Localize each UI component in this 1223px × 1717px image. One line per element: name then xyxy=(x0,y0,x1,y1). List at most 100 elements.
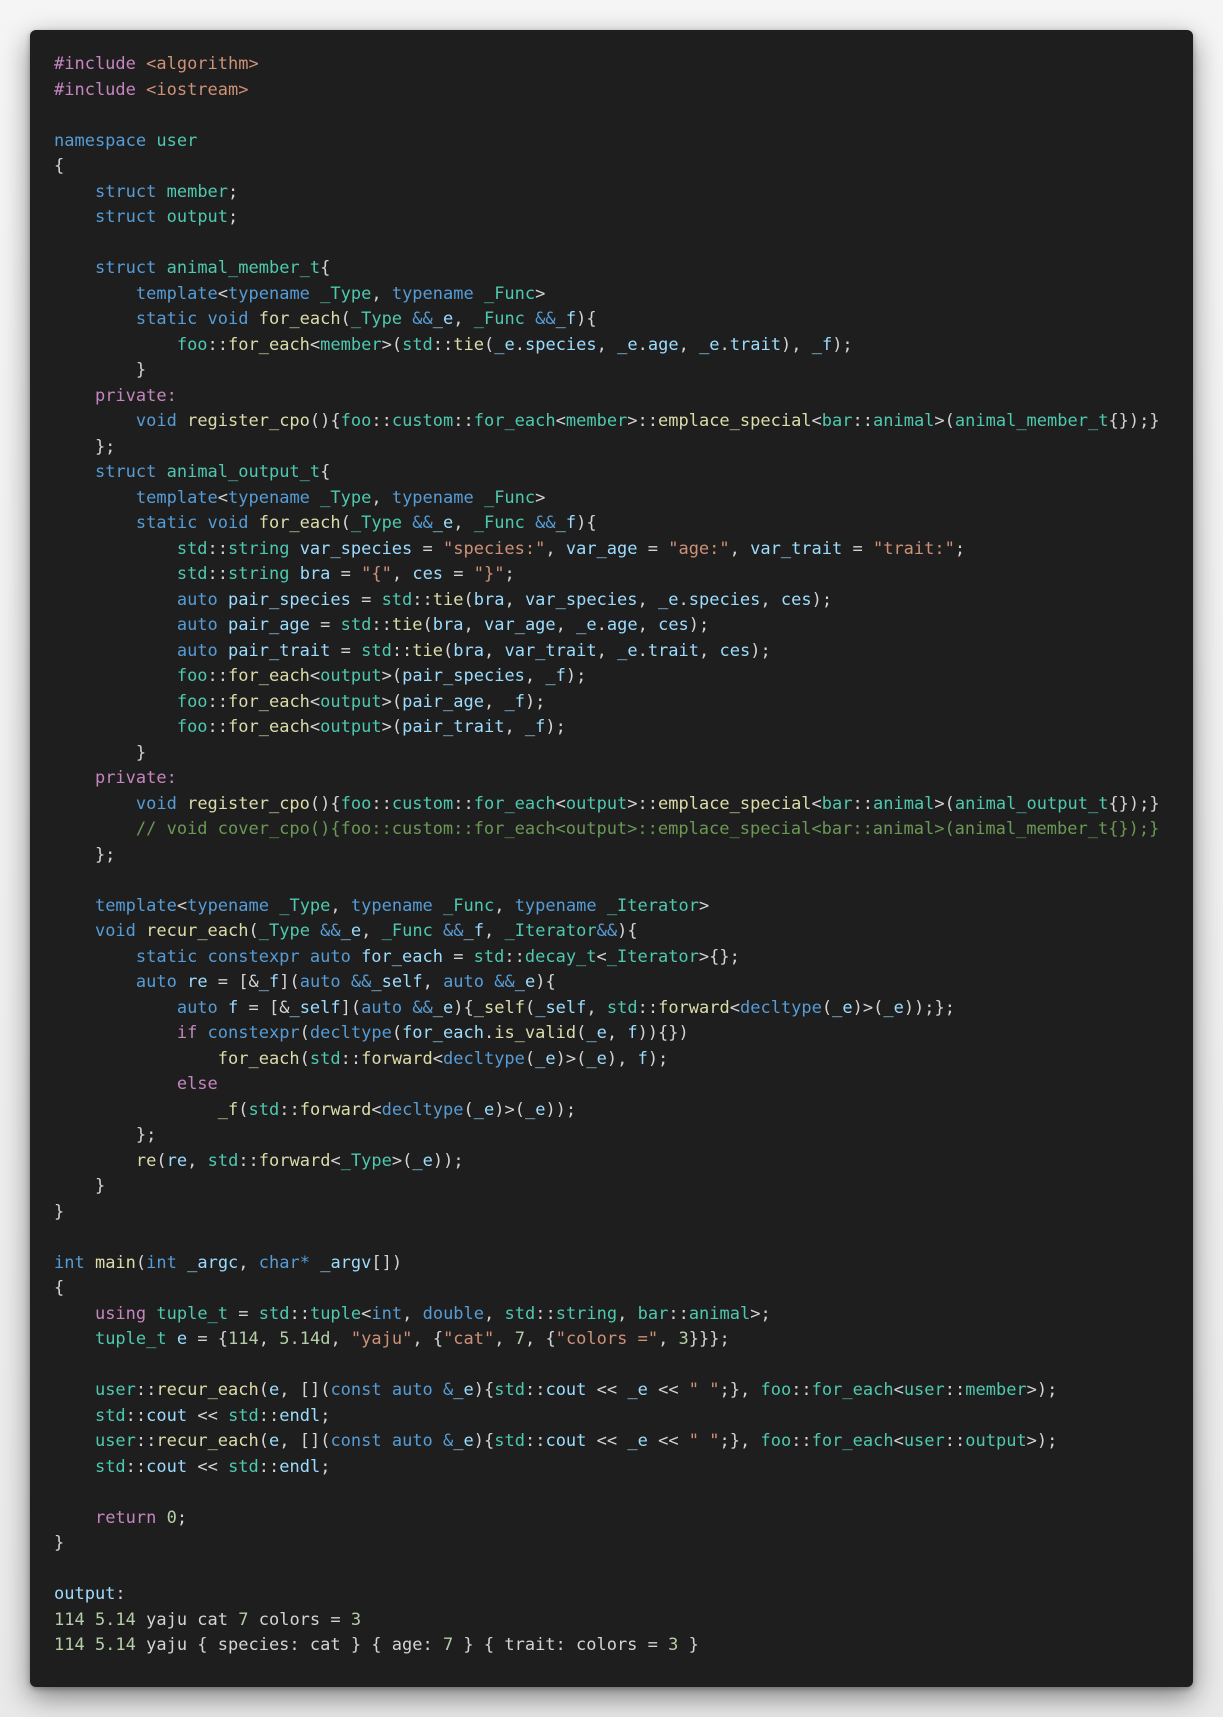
code-token: ]( xyxy=(340,997,362,1018)
code-token: ; xyxy=(228,207,239,227)
code-line: user::recur_each(e, [](const auto &_e){s… xyxy=(54,1429,1160,1455)
code-token: 0 xyxy=(166,1507,177,1528)
code-token: , []( xyxy=(279,1431,331,1451)
code-token: ( xyxy=(576,1023,587,1043)
code-token: > xyxy=(535,283,546,304)
code-token: _Type xyxy=(320,487,372,508)
code-token: <algorithm> xyxy=(146,54,259,74)
code-token: animal xyxy=(873,793,935,814)
code-token: _Func xyxy=(473,309,536,329)
code-token: :: xyxy=(279,1099,300,1120)
code-token: ); xyxy=(750,640,771,661)
code-token: ( xyxy=(258,1380,269,1400)
code-token: ( xyxy=(340,309,351,329)
code-token: >:: xyxy=(627,411,659,431)
code-line: template<typename _Type, typename _Func,… xyxy=(54,894,1160,920)
code-token: bra xyxy=(432,615,464,635)
code-token: , xyxy=(524,666,546,686)
code-token: 3 xyxy=(678,1329,689,1349)
code-token: e xyxy=(176,1329,188,1349)
code-token: :: xyxy=(412,589,433,610)
code-token: var_species xyxy=(524,589,638,610)
code-token: _Func xyxy=(483,283,536,304)
code-token: , xyxy=(187,1150,208,1171)
code-token: for_each xyxy=(473,793,556,814)
code-token: colors = xyxy=(248,1609,351,1630)
code-token: :: xyxy=(453,411,474,431)
code-token: "age:" xyxy=(668,538,730,559)
code-token: tuple_t xyxy=(156,1303,229,1324)
code-token: register_cpo xyxy=(187,411,310,431)
code-token: _e xyxy=(340,921,362,941)
code-token: { xyxy=(54,156,65,176)
code-token: , xyxy=(361,921,382,941)
code-token: , xyxy=(678,334,700,355)
code-token: && xyxy=(443,921,464,941)
code-token: animal_output_t xyxy=(166,462,321,482)
code-token: >( xyxy=(381,666,403,686)
code-token: , xyxy=(453,513,474,533)
code-token: , xyxy=(596,640,618,661)
code-token: output xyxy=(320,691,382,712)
code-token: _Iterator xyxy=(606,895,699,916)
code-line: static void for_each(_Type &&_e, _Func &… xyxy=(54,307,1160,333)
code-token: output xyxy=(565,793,628,814)
code-token: >:: xyxy=(627,793,659,814)
code-token: _e xyxy=(453,1431,474,1451)
code-token: ); xyxy=(545,717,566,737)
code-token: decltype xyxy=(739,997,822,1018)
code-token: member xyxy=(565,411,628,431)
code-token: :: xyxy=(340,1048,362,1069)
code-token: < xyxy=(217,283,229,304)
code-line: void recur_each(_Type &&_e, _Func &&_f, … xyxy=(54,919,1160,945)
code-token: typename xyxy=(514,895,607,916)
code-line: auto re = [&_f](auto &&_self, auto &&_e)… xyxy=(54,970,1160,996)
code-token: _e xyxy=(524,1099,546,1120)
code-token: . xyxy=(483,1023,495,1043)
code-token: <iostream> xyxy=(146,79,249,100)
code-token: register_cpo xyxy=(187,793,310,814)
code-token: []) xyxy=(371,1252,403,1273)
code-token: _Type xyxy=(320,283,372,304)
code-token: :: xyxy=(944,1431,966,1451)
code-token: ); xyxy=(647,1048,669,1069)
code-token: ]( xyxy=(279,972,300,992)
code-token: ); xyxy=(688,615,710,635)
code-token: _e xyxy=(832,997,853,1018)
code-token: custom xyxy=(391,411,454,431)
code-token: ( xyxy=(443,640,454,661)
code-token: var_species xyxy=(299,538,413,559)
code-block: #include <algorithm> #include <iostream> … xyxy=(54,52,1160,1659)
code-token: _e xyxy=(453,1380,474,1400)
code-token: :: xyxy=(207,334,229,355)
code-token: std xyxy=(228,1456,259,1477)
code-token: _f xyxy=(811,334,833,355)
code-token: _f xyxy=(545,666,566,686)
code-token: . xyxy=(596,615,607,635)
code-line: auto pair_trait = std::tie(bra, var_trai… xyxy=(54,639,1160,665)
code-token: >( xyxy=(381,691,403,712)
code-token: ( xyxy=(524,997,536,1018)
code-token: forward xyxy=(658,997,730,1018)
code-token: _e xyxy=(627,1380,648,1400)
code-line: auto f = [&_self](auto &&_e){_self(_self… xyxy=(54,996,1160,1022)
code-token: :: xyxy=(944,1380,966,1400)
code-token: < xyxy=(361,1303,372,1324)
code-line: int main(int _argc, char* _argv[]) xyxy=(54,1251,1160,1277)
code-token: = xyxy=(330,640,362,661)
code-token: , []( xyxy=(279,1380,331,1400)
code-token: var_age xyxy=(484,615,556,635)
code-token: foo xyxy=(340,793,372,814)
code-token: . xyxy=(637,334,648,355)
code-token: trait xyxy=(729,334,781,355)
code-token: cout xyxy=(146,1456,188,1477)
code-token: static void xyxy=(135,513,259,533)
code-token: int xyxy=(54,1252,95,1273)
code-token: pair_age xyxy=(402,691,484,712)
code-line: std::string bra = "{", ces = "}"; xyxy=(54,562,1160,588)
code-token: var_trait xyxy=(750,538,843,559)
